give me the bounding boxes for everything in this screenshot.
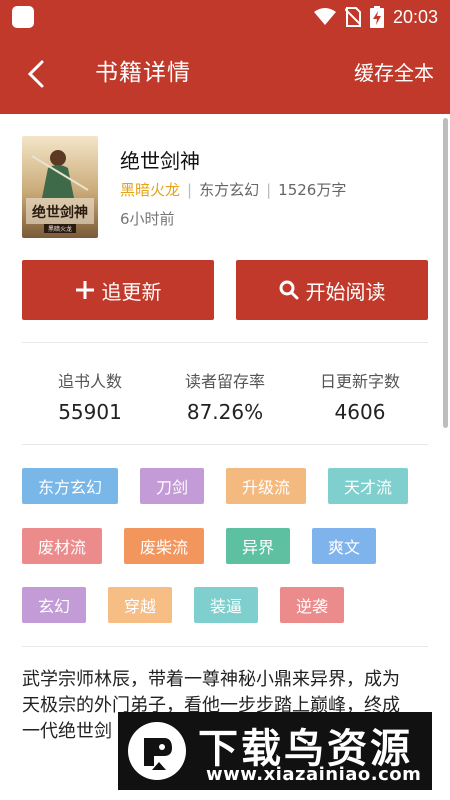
notification-icon (12, 6, 34, 28)
tag-chip[interactable]: 东方玄幻 (22, 468, 118, 504)
book-title: 绝世剑神 (120, 149, 200, 173)
divider (22, 444, 428, 445)
stat-label: 追书人数 (57, 372, 122, 391)
book-detail-screen: 20:03 书籍详情 缓存全本 绝世剑神 黑暗火龙 绝世剑神 黑暗火龙 | 东方玄幻… (0, 0, 450, 800)
divider (22, 646, 428, 647)
stat-followers: 追书人数 55901 (20, 368, 160, 424)
meta-separator: | (187, 181, 193, 199)
no-signal-icon (344, 7, 361, 27)
start-reading-label: 开始阅读 (305, 279, 386, 304)
tag-chip[interactable]: 天才流 (328, 468, 408, 504)
stat-retention: 读者留存率 87.26% (155, 368, 295, 424)
battery-charging-icon (369, 6, 384, 28)
book-word-count: 1526万字 (278, 181, 347, 199)
cover-title-text: 绝世剑神 (32, 204, 88, 221)
status-bar: 20:03 (0, 0, 450, 34)
stat-value: 55901 (58, 400, 122, 424)
app-bar: 书籍详情 缓存全本 (0, 34, 450, 114)
tag-chip[interactable]: 刀剑 (140, 468, 204, 504)
stat-label: 读者留存率 (184, 372, 265, 391)
start-reading-button[interactable]: 开始阅读 (236, 260, 428, 320)
book-update-time: 6小时前 (120, 210, 175, 228)
tag-chip[interactable]: 穿越 (108, 587, 172, 623)
tag-chip[interactable]: 逆袭 (280, 587, 344, 623)
description-line: 武学宗师林辰，带着一尊神秘小鼎来异界，成为 (22, 669, 400, 690)
back-button[interactable] (22, 58, 52, 90)
stat-label: 日更新字数 (319, 372, 400, 391)
cover-author-text: 黑暗火龙 (48, 225, 72, 233)
watermark-overlay: 下载鸟资源 www.xiazainiao.com (118, 712, 432, 790)
book-author-link[interactable]: 黑暗火龙 (120, 181, 180, 199)
stat-value: 4606 (334, 400, 386, 424)
search-icon (279, 280, 298, 300)
book-meta: 黑暗火龙 | 东方玄幻 | 1526万字 (120, 179, 346, 200)
watermark-url: www.xiazainiao.com (206, 764, 422, 785)
wifi-icon (313, 8, 336, 25)
stat-value: 87.26% (186, 400, 264, 424)
tag-chip[interactable]: 废材流 (22, 528, 102, 564)
tag-chip[interactable]: 装逼 (194, 587, 258, 623)
tag-chip[interactable]: 玄幻 (22, 587, 86, 623)
book-category: 东方玄幻 (199, 181, 260, 199)
tag-chip[interactable]: 异界 (226, 528, 290, 564)
tag-chip[interactable]: 升级流 (226, 468, 306, 504)
page-title: 书籍详情 (95, 60, 191, 86)
divider (22, 342, 428, 343)
tag-chip[interactable]: 爽文 (312, 528, 376, 564)
follow-updates-label: 追更新 (101, 279, 162, 304)
scrollbar[interactable] (443, 118, 448, 428)
status-time: 20:03 (392, 6, 438, 27)
plus-icon (75, 281, 94, 299)
book-cover-image[interactable]: 绝世剑神 黑暗火龙 (22, 136, 98, 238)
meta-separator: | (266, 181, 272, 199)
stat-daily-words: 日更新字数 4606 (290, 368, 430, 424)
status-icons: 20:03 (313, 5, 438, 29)
cache-all-button[interactable]: 缓存全本 (354, 58, 434, 88)
bird-logo-icon (128, 722, 186, 780)
follow-updates-button[interactable]: 追更新 (22, 260, 214, 320)
tag-chip[interactable]: 废柴流 (124, 528, 204, 564)
